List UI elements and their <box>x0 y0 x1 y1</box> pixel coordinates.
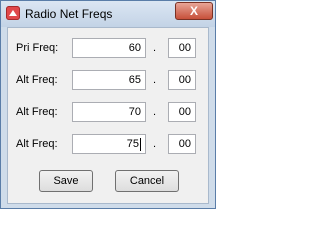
alt-freq-2-label: Alt Freq: <box>16 106 58 118</box>
app-icon <box>6 6 20 20</box>
alt-freq-2-integer-input[interactable]: 70 <box>72 102 146 122</box>
alt-freq-1-integer-input[interactable]: 65 <box>72 70 146 90</box>
close-button[interactable]: X <box>175 2 213 20</box>
save-button[interactable]: Save <box>39 170 93 192</box>
decimal-separator: . <box>153 106 157 118</box>
cancel-button[interactable]: Cancel <box>115 170 179 192</box>
text-caret <box>140 137 141 151</box>
window-title: Radio Net Freqs <box>25 7 113 21</box>
dialog-window: Radio Net Freqs X Pri Freq: 60 . 00 Alt … <box>0 0 216 209</box>
decimal-separator: . <box>153 138 157 150</box>
title-bar[interactable]: Radio Net Freqs X <box>1 1 215 27</box>
pri-freq-integer-input[interactable]: 60 <box>72 38 146 58</box>
form-panel: Pri Freq: 60 . 00 Alt Freq: 65 . 00 Alt … <box>7 27 209 204</box>
alt-freq-3-integer-input[interactable]: 75 <box>72 134 146 154</box>
pri-freq-label: Pri Freq: <box>16 42 59 54</box>
alt-freq-1-decimal-input[interactable]: 00 <box>168 70 196 90</box>
alt-freq-3-decimal-input[interactable]: 00 <box>168 134 196 154</box>
decimal-separator: . <box>153 42 157 54</box>
decimal-separator: . <box>153 74 157 86</box>
alt-freq-1-label: Alt Freq: <box>16 74 58 86</box>
alt-freq-3-label: Alt Freq: <box>16 138 58 150</box>
alt-freq-2-decimal-input[interactable]: 00 <box>168 102 196 122</box>
pri-freq-decimal-input[interactable]: 00 <box>168 38 196 58</box>
alt-freq-3-integer-value: 75 <box>126 138 139 150</box>
